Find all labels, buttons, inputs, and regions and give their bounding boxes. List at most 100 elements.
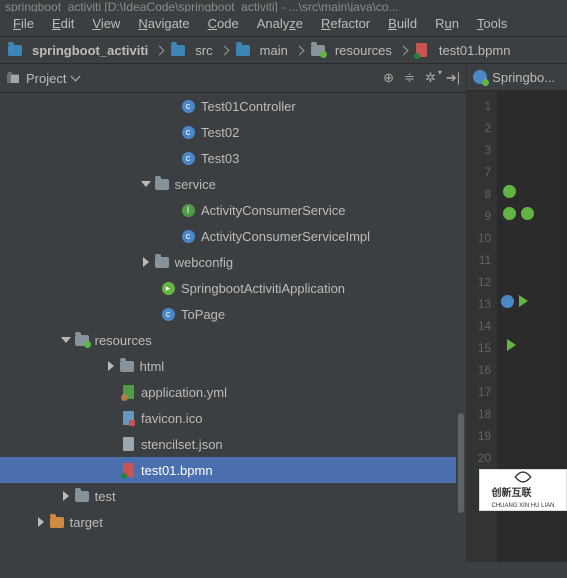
scrollbar-thumb[interactable] [458, 413, 464, 513]
project-tree[interactable]: cTest01Controller cTest02 cTest03 servic… [0, 93, 466, 562]
interface-icon: I [181, 203, 195, 217]
menu-build[interactable]: Build [379, 12, 426, 36]
gutter-bean-icon[interactable] [521, 207, 534, 220]
menu-file[interactable]: File [4, 12, 43, 36]
folder-icon [155, 255, 169, 269]
line-number: 14 [467, 315, 497, 337]
breadcrumb-file[interactable]: test01.bpmn [413, 43, 513, 58]
menu-bar: File Edit View Navigate Code Analyze Ref… [0, 12, 567, 37]
breadcrumb-label: src [195, 43, 212, 58]
line-number: 13 [467, 293, 497, 315]
editor-tab[interactable]: Springbo... [467, 64, 567, 91]
gutter-class-icon[interactable] [501, 295, 514, 308]
line-number: 12 [467, 271, 497, 293]
menu-edit[interactable]: Edit [43, 12, 83, 36]
tree-item-class[interactable]: cTest02 [0, 119, 466, 145]
tree-item-folder[interactable]: html [0, 353, 466, 379]
line-number: 1 [467, 95, 497, 117]
scrollbar-vertical[interactable] [456, 93, 466, 562]
chevron-right-icon[interactable] [36, 517, 46, 527]
editor-content[interactable]: 创新互联 CHUANG XIN HU LIAN [497, 91, 567, 562]
folder-icon [311, 43, 325, 57]
project-panel-actions: ⊕ ≑ ✲▾ ➔| [383, 70, 460, 86]
run-gutter-icon[interactable] [519, 295, 528, 307]
project-view-selector[interactable]: Project [6, 71, 79, 86]
gutter-bean-icon[interactable] [503, 207, 516, 220]
project-icon [6, 71, 20, 85]
tree-item-package[interactable]: webconfig [0, 249, 466, 275]
breadcrumb-label: springboot_activiti [32, 43, 148, 58]
class-icon: c [181, 151, 195, 165]
tree-item-folder[interactable]: test [0, 483, 466, 509]
folder-icon [171, 43, 185, 57]
tree-item-class-runnable[interactable]: ▸SpringbootActivitiApplication [0, 275, 466, 301]
project-panel: Project ⊕ ≑ ✲▾ ➔| cTest01Controller cTes… [0, 64, 466, 562]
tree-item-class[interactable]: cTest03 [0, 145, 466, 171]
folder-icon [120, 359, 134, 373]
breadcrumb-resources[interactable]: resources [309, 43, 394, 58]
folder-icon [236, 43, 250, 57]
chevron-down-icon[interactable] [141, 179, 151, 189]
tree-item-json-file[interactable]: stencilset.json [0, 431, 466, 457]
line-number: 8 [467, 183, 497, 205]
bpmn-file-icon [415, 43, 429, 57]
menu-view[interactable]: View [83, 12, 129, 36]
tree-item-package[interactable]: service [0, 171, 466, 197]
breadcrumb-root[interactable]: springboot_activiti [6, 43, 150, 58]
gear-icon[interactable]: ✲▾ [425, 70, 436, 86]
gutter-bean-icon[interactable] [503, 185, 516, 198]
editor-panel: Springbo... 1 2 3 7 8 9 10 11 12 13 14 1… [466, 64, 567, 562]
line-number: 16 [467, 359, 497, 381]
breadcrumb-main[interactable]: main [234, 43, 290, 58]
line-number: 11 [467, 249, 497, 271]
breadcrumb-src[interactable]: src [169, 43, 214, 58]
menu-analyze[interactable]: Analyze [248, 12, 312, 36]
ico-file-icon [121, 411, 135, 425]
tree-item-class[interactable]: cToPage [0, 301, 466, 327]
tree-item-ico-file[interactable]: favicon.ico [0, 405, 466, 431]
expand-icon[interactable]: ≑ [404, 70, 415, 86]
class-icon: c [181, 99, 195, 113]
json-file-icon [121, 437, 135, 451]
tree-item-resources[interactable]: resources [0, 327, 466, 353]
menu-refactor[interactable]: Refactor [312, 12, 379, 36]
line-number: 15 [467, 337, 497, 359]
menu-run[interactable]: Run [426, 12, 468, 36]
title-bar: springboot_activiti [D:\IdeaCode\springb… [0, 0, 567, 12]
tree-item-yml-file[interactable]: application.yml [0, 379, 466, 405]
tree-item-class[interactable]: cActivityConsumerServiceImpl [0, 223, 466, 249]
chevron-down-icon[interactable] [61, 335, 71, 345]
chevron-right-icon[interactable] [106, 361, 116, 371]
line-number: 20 [467, 447, 497, 469]
run-gutter-icon[interactable] [507, 339, 516, 351]
tree-item-bpmn-file[interactable]: test01.bpmn [0, 457, 466, 483]
chevron-down-icon [71, 72, 81, 82]
window-title: springboot_activiti [D:\IdeaCode\springb… [5, 0, 399, 12]
breadcrumb-label: test01.bpmn [439, 43, 511, 58]
hide-icon[interactable]: ➔| [446, 70, 460, 86]
class-icon: c [181, 125, 195, 139]
springboot-icon [473, 70, 487, 84]
chevron-right-icon [294, 45, 304, 55]
chevron-right-icon [155, 45, 165, 55]
class-icon: c [161, 307, 175, 321]
menu-code[interactable]: Code [199, 12, 248, 36]
folder-icon [8, 43, 22, 57]
menu-tools[interactable]: Tools [468, 12, 516, 36]
line-number: 10 [467, 227, 497, 249]
line-number: 9 [467, 205, 497, 227]
breadcrumb-label: main [260, 43, 288, 58]
chevron-right-icon[interactable] [141, 257, 151, 267]
watermark-logo: 创新互联 CHUANG XIN HU LIAN [479, 469, 567, 511]
tree-item-interface[interactable]: IActivityConsumerService [0, 197, 466, 223]
line-number: 2 [467, 117, 497, 139]
editor-body: 1 2 3 7 8 9 10 11 12 13 14 15 16 17 18 1… [467, 91, 567, 562]
menu-navigate[interactable]: Navigate [129, 12, 198, 36]
line-number: 17 [467, 381, 497, 403]
chevron-right-icon[interactable] [61, 491, 71, 501]
resources-folder-icon [75, 333, 89, 347]
class-icon: c [181, 229, 195, 243]
locate-icon[interactable]: ⊕ [383, 70, 394, 86]
tree-item-class[interactable]: cTest01Controller [0, 93, 466, 119]
tree-item-target[interactable]: target [0, 509, 466, 535]
